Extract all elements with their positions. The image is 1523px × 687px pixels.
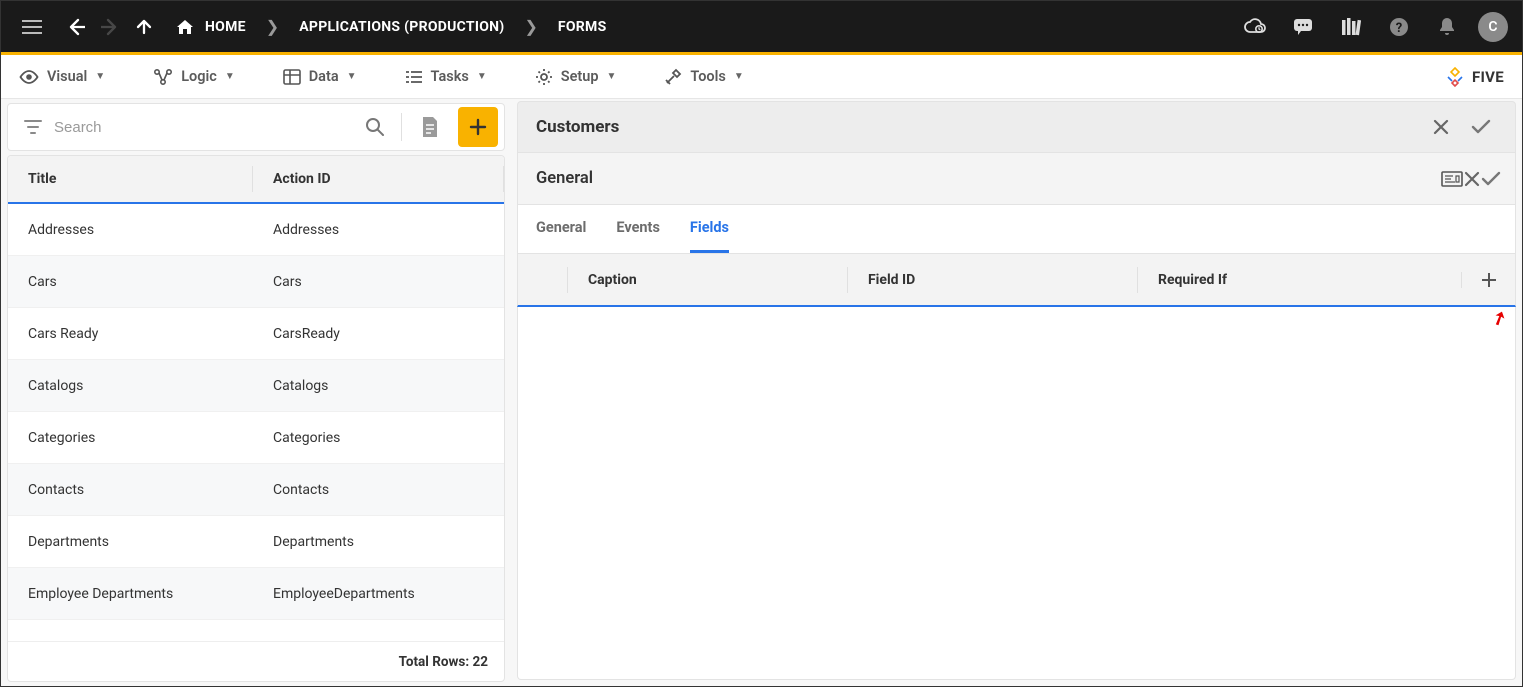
column-title[interactable]: Title: [8, 166, 253, 192]
tab-fields[interactable]: Fields: [690, 205, 729, 253]
cell-title: Departments: [8, 534, 253, 550]
cell-title: Contacts: [8, 482, 253, 498]
menu-label: Visual: [47, 68, 87, 85]
cell-action-id: Contacts: [253, 482, 504, 498]
table-row[interactable]: Cars ReadyCarsReady: [8, 308, 504, 360]
fields-grid-header: Caption Field ID Required If ➚: [517, 253, 1516, 307]
cell-title: Catalogs: [8, 378, 253, 394]
column-action-id[interactable]: Action ID: [253, 166, 504, 192]
chevron-down-icon: ▼: [607, 71, 617, 82]
menu-label: Logic: [181, 68, 217, 85]
hamburger-menu-icon[interactable]: [15, 10, 49, 44]
detail-header-title: Customers: [536, 117, 1421, 137]
grid-footer: Total Rows: 22: [8, 641, 504, 681]
close-header-icon[interactable]: [1421, 107, 1461, 147]
chat-icon[interactable]: [1286, 10, 1320, 44]
table-row[interactable]: AddressesAddresses: [8, 204, 504, 256]
cell-title: Cars Ready: [8, 326, 253, 342]
menu-logic[interactable]: Logic ▼: [153, 68, 235, 86]
logic-icon: [153, 68, 173, 86]
svg-text:?: ?: [1396, 21, 1402, 36]
five-logo-icon: [1444, 66, 1466, 88]
menu-visual[interactable]: Visual ▼: [19, 68, 105, 85]
fields-grid-body: [517, 307, 1516, 680]
footer-label: Total Rows:: [399, 654, 470, 670]
tab-general[interactable]: General: [536, 205, 586, 253]
column-field-id[interactable]: Field ID: [848, 267, 1138, 293]
help-icon[interactable]: ?: [1382, 10, 1416, 44]
tab-events[interactable]: Events: [616, 205, 660, 253]
breadcrumb-label: FORMS: [558, 19, 607, 35]
table-row[interactable]: CatalogsCatalogs: [8, 360, 504, 412]
cell-action-id: Departments: [253, 534, 504, 550]
chevron-right-icon: ❯: [519, 17, 544, 36]
confirm-header-icon[interactable]: [1461, 107, 1501, 147]
table-row[interactable]: CarsCars: [8, 256, 504, 308]
chevron-down-icon: ▼: [95, 71, 105, 82]
menu-setup[interactable]: Setup ▼: [535, 68, 617, 86]
user-avatar[interactable]: C: [1478, 12, 1508, 42]
brand-logo: FIVE: [1444, 66, 1504, 88]
detail-sub-title: General: [536, 169, 1441, 188]
library-icon[interactable]: [1334, 10, 1368, 44]
cell-title: Categories: [8, 430, 253, 446]
chevron-down-icon: ▼: [347, 71, 357, 82]
cloud-sync-icon[interactable]: [1238, 10, 1272, 44]
confirm-sub-icon[interactable]: [1481, 171, 1501, 187]
cell-action-id: Addresses: [253, 222, 504, 238]
nav-forward-icon: [93, 10, 127, 44]
cell-title: Addresses: [8, 222, 253, 238]
breadcrumb-applications[interactable]: APPLICATIONS (PRODUCTION): [289, 19, 514, 35]
menu-label: Data: [309, 68, 339, 85]
column-caption[interactable]: Caption: [568, 267, 848, 293]
chevron-down-icon: ▼: [734, 71, 744, 82]
chevron-down-icon: ▼: [477, 71, 487, 82]
close-sub-icon[interactable]: [1463, 170, 1481, 188]
bell-icon[interactable]: [1430, 10, 1464, 44]
chevron-right-icon: ❯: [260, 17, 285, 36]
breadcrumb-forms[interactable]: FORMS: [548, 19, 617, 35]
table-row[interactable]: ContactsContacts: [8, 464, 504, 516]
table-row[interactable]: CategoriesCategories: [8, 412, 504, 464]
cell-action-id: CarsReady: [253, 326, 504, 342]
breadcrumb-label: APPLICATIONS (PRODUCTION): [299, 19, 504, 35]
breadcrumb-home[interactable]: HOME: [167, 19, 256, 35]
cell-action-id: EmployeeDepartments: [253, 586, 504, 602]
table-icon: [283, 69, 301, 85]
form-preview-icon[interactable]: [1441, 169, 1463, 189]
nav-up-icon[interactable]: [127, 10, 161, 44]
avatar-initial: C: [1488, 19, 1497, 35]
table-row[interactable]: Employee DepartmentsEmployeeDepartments: [8, 568, 504, 620]
brand-text: FIVE: [1472, 68, 1504, 86]
menu-label: Setup: [561, 68, 599, 85]
menu-data[interactable]: Data ▼: [283, 68, 357, 85]
search-input[interactable]: [54, 119, 349, 136]
menu-label: Tasks: [431, 68, 469, 85]
footer-count: 22: [473, 654, 489, 670]
table-row[interactable]: DepartmentsDepartments: [8, 516, 504, 568]
cell-title: Cars: [8, 274, 253, 290]
add-field-button[interactable]: ➚: [1461, 272, 1515, 288]
add-button[interactable]: [458, 107, 498, 147]
tools-icon: [664, 68, 682, 86]
nav-back-icon[interactable]: [59, 10, 93, 44]
menu-tools[interactable]: Tools ▼: [664, 68, 743, 86]
tasks-icon: [405, 69, 423, 85]
cell-action-id: Catalogs: [253, 378, 504, 394]
filter-icon[interactable]: [24, 120, 42, 134]
eye-icon: [19, 70, 39, 84]
breadcrumb-label: HOME: [205, 19, 246, 35]
search-icon[interactable]: [357, 117, 393, 137]
home-icon: [177, 20, 193, 34]
menu-label: Tools: [690, 68, 725, 85]
cell-title: Employee Departments: [8, 586, 253, 602]
cell-action-id: Categories: [253, 430, 504, 446]
menu-tasks[interactable]: Tasks ▼: [405, 68, 487, 85]
cell-action-id: Cars: [253, 274, 504, 290]
document-button[interactable]: [410, 107, 450, 147]
chevron-down-icon: ▼: [225, 71, 235, 82]
column-required-if[interactable]: Required If: [1138, 267, 1461, 293]
gear-icon: [535, 68, 553, 86]
left-grid-header: Title Action ID: [8, 156, 504, 204]
